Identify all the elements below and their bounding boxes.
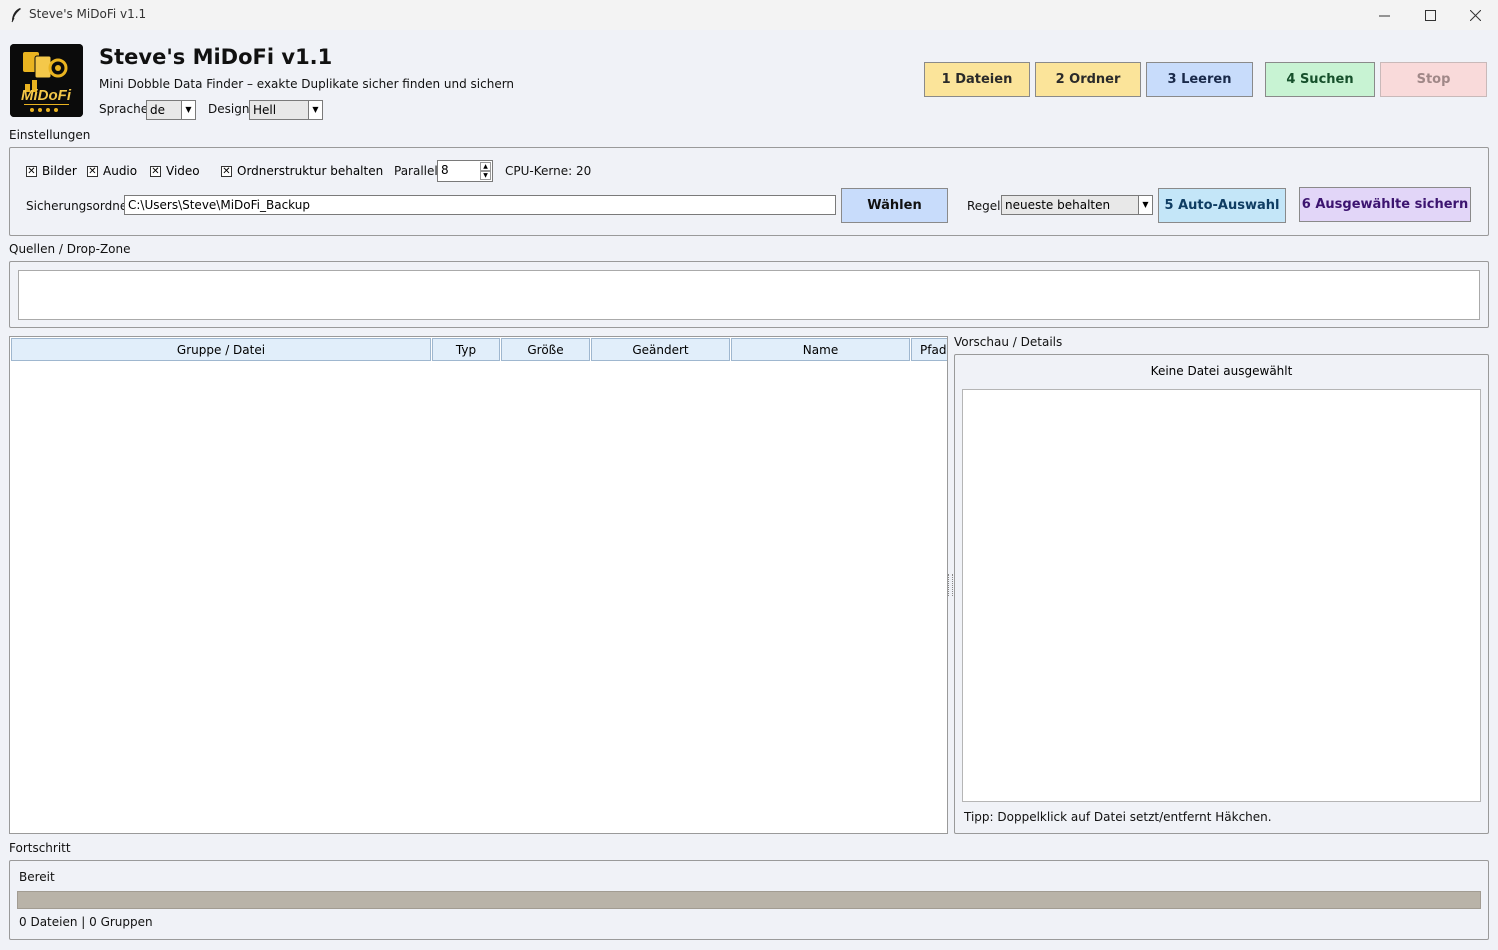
backup-folder-label: Sicherungsordner <box>26 199 133 213</box>
choose-folder-button[interactable]: Wählen <box>841 188 948 223</box>
maximize-button[interactable] <box>1407 0 1453 30</box>
window-titlebar: Steve's MiDoFi v1.1 <box>0 0 1498 30</box>
column-header-size[interactable]: Größe <box>501 338 590 361</box>
parallel-label: Parallel <box>394 164 438 178</box>
rule-label: Regel <box>967 199 1001 213</box>
close-button[interactable] <box>1452 0 1498 30</box>
preview-tip: Tipp: Doppelklick auf Datei setzt/entfer… <box>964 810 1272 824</box>
parallel-spinbox[interactable]: 8 ▲ ▼ <box>437 160 493 182</box>
clear-button[interactable]: 3 Leeren <box>1146 62 1253 97</box>
feather-icon <box>11 8 21 23</box>
search-button[interactable]: 4 Suchen <box>1265 62 1375 97</box>
spin-down-icon[interactable]: ▼ <box>480 171 491 180</box>
video-checkbox[interactable]: ✕ Video <box>150 164 200 178</box>
add-folder-button[interactable]: 2 Ordner <box>1035 62 1141 97</box>
progress-label: Fortschritt <box>9 841 71 855</box>
minimize-button[interactable] <box>1361 0 1407 30</box>
checkmark-icon: ✕ <box>221 165 232 177</box>
preview-status: Keine Datei ausgewählt <box>1150 364 1293 378</box>
logo-text: MiDoFi <box>21 87 72 104</box>
auto-select-button[interactable]: 5 Auto-Auswahl <box>1158 188 1286 223</box>
stop-button[interactable]: Stop <box>1380 62 1487 97</box>
language-value: de <box>150 103 165 117</box>
checkmark-icon: ✕ <box>26 165 37 177</box>
add-files-button[interactable]: 1 Dateien <box>924 62 1030 97</box>
audio-checkbox[interactable]: ✕ Audio <box>87 164 137 178</box>
images-label: Bilder <box>42 164 77 178</box>
spin-up-icon[interactable]: ▲ <box>480 162 491 171</box>
keep-structure-label: Ordnerstruktur behalten <box>237 164 384 178</box>
close-icon <box>1469 9 1481 21</box>
backup-folder-input[interactable]: C:\Users\Steve\MiDoFi_Backup <box>124 195 836 215</box>
cpu-cores-label: CPU-Kerne: 20 <box>505 164 592 178</box>
progress-status: Bereit <box>19 870 55 884</box>
drop-zone[interactable] <box>18 270 1480 320</box>
sources-label: Quellen / Drop-Zone <box>9 242 131 256</box>
settings-label: Einstellungen <box>9 128 91 142</box>
video-label: Video <box>166 164 200 178</box>
column-header-modified[interactable]: Geändert <box>591 338 730 361</box>
column-header-name[interactable]: Name <box>731 338 910 361</box>
design-select[interactable]: Hell ▼ <box>249 100 323 120</box>
column-header-type[interactable]: Typ <box>432 338 500 361</box>
rule-value: neueste behalten <box>1005 198 1111 212</box>
save-selected-button[interactable]: 6 Ausgewählte sichern <box>1299 187 1471 222</box>
design-value: Hell <box>253 103 277 117</box>
chevron-down-icon: ▼ <box>1138 196 1152 214</box>
language-label: Sprache <box>99 102 149 116</box>
chevron-down-icon: ▼ <box>181 101 195 119</box>
audio-label: Audio <box>103 164 138 178</box>
parallel-value: 8 <box>441 163 449 177</box>
logo-graphic: MiDoFi <box>10 44 83 117</box>
app-title: Steve's MiDoFi v1.1 <box>99 45 333 69</box>
progress-bar <box>17 891 1481 909</box>
column-header-path[interactable]: Pfadl <box>911 338 947 361</box>
rule-select[interactable]: neueste behalten ▼ <box>1001 195 1153 215</box>
preview-canvas <box>962 389 1481 802</box>
minimize-icon <box>1378 15 1390 16</box>
progress-summary: 0 Dateien | 0 Gruppen <box>19 915 153 929</box>
app-subtitle: Mini Dobble Data Finder – exakte Duplika… <box>99 77 515 91</box>
column-header-group[interactable]: Gruppe / Datei <box>11 338 431 361</box>
language-select[interactable]: de ▼ <box>146 100 196 120</box>
maximize-icon <box>1424 9 1436 21</box>
images-checkbox[interactable]: ✕ Bilder <box>26 164 77 178</box>
chevron-down-icon: ▼ <box>308 101 322 119</box>
preview-label: Vorschau / Details <box>954 335 1063 349</box>
results-table[interactable]: Gruppe / Datei Typ Größe Geändert Name P… <box>9 336 948 834</box>
window-title: Steve's MiDoFi v1.1 <box>29 7 147 21</box>
checkmark-icon: ✕ <box>87 165 98 177</box>
checkmark-icon: ✕ <box>150 165 161 177</box>
pane-splitter-handle[interactable] <box>948 574 953 596</box>
design-label: Design <box>208 102 250 116</box>
keep-structure-checkbox[interactable]: ✕ Ordnerstruktur behalten <box>221 164 383 178</box>
app-logo: MiDoFi <box>10 44 83 117</box>
